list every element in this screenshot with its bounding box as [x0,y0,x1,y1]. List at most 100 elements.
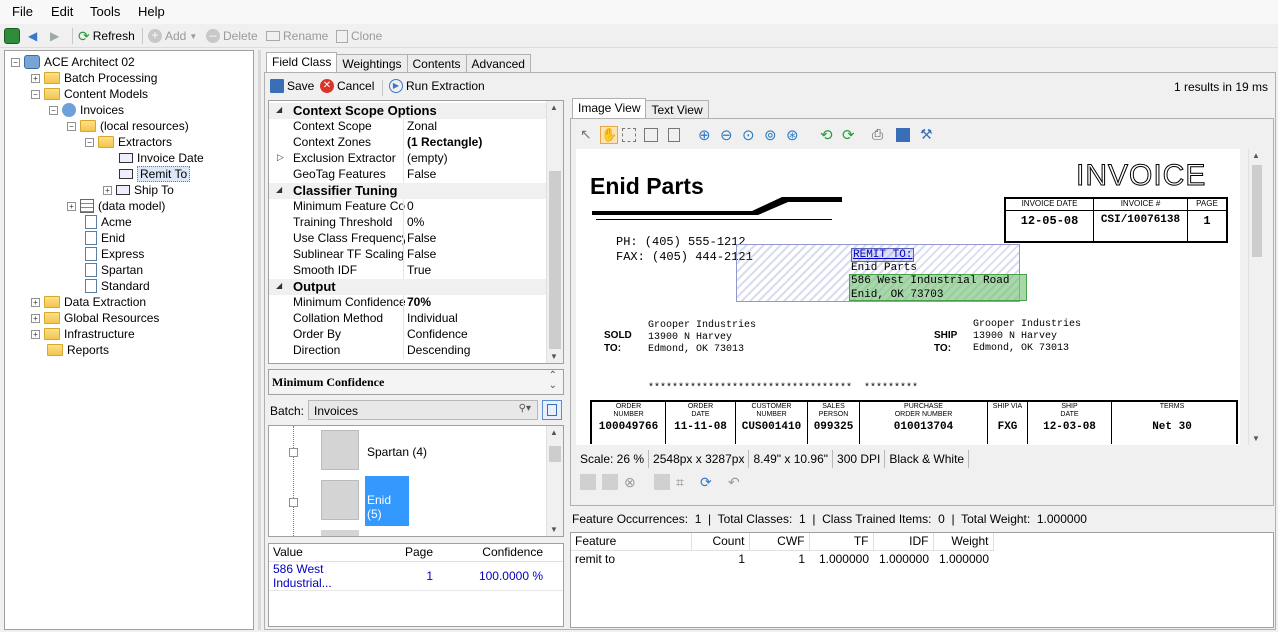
add-button[interactable]: + Add ▼ [148,27,197,45]
property-category[interactable]: ◢ Classifier Tuning [269,183,549,199]
tree-node-enid[interactable]: Enid [85,230,125,246]
col-confidence-header[interactable]: Confidence [437,544,563,561]
batch-select[interactable]: Invoices ⚲▾ [308,400,538,420]
property-row[interactable]: Minimum Feature Count0 [269,199,549,215]
property-row[interactable]: Order By Confidence [269,327,549,343]
tree-node-data-model[interactable]: + (data model) [67,198,165,214]
property-row[interactable]: Direction Descending [269,343,549,359]
col-weight-header[interactable]: Weight [933,533,994,550]
forward-button[interactable]: ▶ [50,27,59,45]
tab-image-view[interactable]: Image View [572,98,647,119]
tree-node-standard[interactable]: Standard [85,278,150,294]
property-row[interactable]: ▷ Exclusion Extractor (empty) [269,151,549,167]
menu-edit[interactable]: Edit [51,4,73,19]
col-tf-header[interactable]: TF [809,533,874,550]
tab-field-class[interactable]: Field Class [266,52,338,73]
property-row[interactable]: Training Threshold 0% [269,215,549,231]
pan-hand-icon[interactable]: ✋ [600,126,618,144]
tree-node-local-resources[interactable]: − (local resources) [67,118,189,134]
tree-node-data-extraction[interactable]: + Data Extraction [31,294,146,310]
zoom-width-icon[interactable]: ⊚ [764,126,782,144]
property-row[interactable]: Collation Method Individual [269,311,549,327]
tree-node-batch-processing[interactable]: + Batch Processing [31,70,157,86]
select-rect-icon[interactable] [622,128,636,142]
tab-contents[interactable]: Contents [406,54,467,73]
batch-folder-enid[interactable]: Enid (5) [365,476,409,526]
menu-help[interactable]: Help [138,4,165,19]
col-idf-header[interactable]: IDF [873,533,934,550]
tree-node-global-resources[interactable]: + Global Resources [31,310,159,326]
property-row[interactable]: Context Zones (1 Rectangle) [269,135,549,151]
crop-edge-icon[interactable] [580,474,596,490]
col-page-header[interactable]: Page [387,544,437,561]
tree-node-ship-to[interactable]: + Ship To [103,182,174,198]
rotate-right-icon[interactable]: ⟳ [842,126,860,144]
tab-advanced[interactable]: Advanced [465,54,531,73]
zoom-actual-icon[interactable]: ⊛ [786,126,804,144]
property-row[interactable]: Smooth IDF True [269,263,549,279]
home-button[interactable] [4,27,20,45]
table-row[interactable]: 586 West Industrial... 1 100.0000 % [269,561,563,590]
run-extraction-button[interactable]: ▶ Run Extraction [389,77,485,95]
tree-node-invoices[interactable]: − Invoices [49,102,124,118]
main-toolbar: ◀ ▶ ⟳ Refresh + Add ▼ – Delete Rename Clone [0,24,1278,48]
property-row[interactable]: Context Scope Zonal [269,119,549,135]
col-count-header[interactable]: Count [691,533,750,550]
tree-node-infrastructure[interactable]: + Infrastructure [31,326,135,342]
back-button[interactable]: ◀ [28,27,37,45]
refresh-button[interactable]: ⟳ Refresh [78,27,135,45]
property-row[interactable]: Sublinear TF Scaling False [269,247,549,263]
cancel-button[interactable]: ✕ Cancel [320,77,374,95]
property-row[interactable]: Minimum Confidence 70% [269,295,549,311]
crop-icon[interactable]: ⌗ [676,474,694,492]
save-image-icon[interactable] [896,128,910,142]
document-image[interactable]: Enid Parts INVOICE INVOICE DATE 12-05-08… [576,149,1240,445]
collapse-icon[interactable]: ⌃ ⌄ [549,371,557,391]
splitter[interactable] [258,50,261,630]
image-icon[interactable] [654,474,670,490]
col-feature-header[interactable]: Feature [571,533,692,550]
tree-node-content-models[interactable]: − Content Models [31,86,148,102]
process-icon[interactable]: ⟳ [700,474,718,492]
menu-tools[interactable]: Tools [90,4,120,19]
tree-node-invoice-date[interactable]: Invoice Date [119,150,204,166]
tree-node-express[interactable]: Express [85,246,144,262]
page-icon[interactable] [668,128,680,142]
table-row[interactable]: remit to 1 1 1.000000 1.000000 1.000000 [571,550,993,567]
property-category[interactable]: ◢ Output [269,279,549,295]
menu-file[interactable]: File [12,4,33,19]
batch-folder-spartan[interactable]: Spartan (4) [367,445,427,459]
rename-button[interactable]: Rename [266,27,328,45]
batch-scrollbar[interactable]: ▲ ▼ [546,426,563,536]
zoom-in-icon[interactable]: ⊕ [698,126,716,144]
tab-weightings[interactable]: Weightings [336,54,408,73]
tree-node-root[interactable]: − ACE Architect 02 [11,54,135,70]
tree-node-extractors[interactable]: − Extractors [85,134,172,150]
tree-node-reports[interactable]: Reports [47,342,109,358]
tree-node-remit-to[interactable]: Remit To [119,166,191,182]
property-category[interactable]: ◢ Context Scope Options [269,103,549,119]
property-row[interactable]: GeoTag Features False [269,167,549,183]
print-icon[interactable]: ⎙ [872,126,890,144]
pointer-tool-icon[interactable]: ↖ [580,126,598,144]
tab-text-view[interactable]: Text View [645,100,709,119]
tree-node-spartan[interactable]: Spartan [85,262,143,278]
undo-icon[interactable]: ↶ [728,474,746,492]
save-button[interactable]: Save [270,77,314,95]
clone-button[interactable]: Clone [336,27,382,45]
delete-button[interactable]: – Delete [206,27,258,45]
image-scrollbar[interactable]: ▲ ▼ [1248,149,1265,445]
select-region-icon[interactable] [644,128,658,142]
zoom-out-icon[interactable]: ⊖ [720,126,738,144]
settings-icon[interactable]: ⚒ [920,126,938,144]
zoom-fit-icon[interactable]: ⊙ [742,126,760,144]
col-cwf-header[interactable]: CWF [749,533,810,550]
deskew-icon[interactable] [602,474,618,490]
rotate-left-icon[interactable]: ⟲ [820,126,838,144]
batch-browse-button[interactable] [542,400,562,420]
property-row[interactable]: Use Class Frequency False [269,231,549,247]
adjust-icon[interactable]: ⊗ [624,474,642,492]
property-scrollbar[interactable]: ▲ ▼ [546,101,563,363]
tree-node-acme[interactable]: Acme [85,214,132,230]
col-value-header[interactable]: Value [269,544,387,561]
